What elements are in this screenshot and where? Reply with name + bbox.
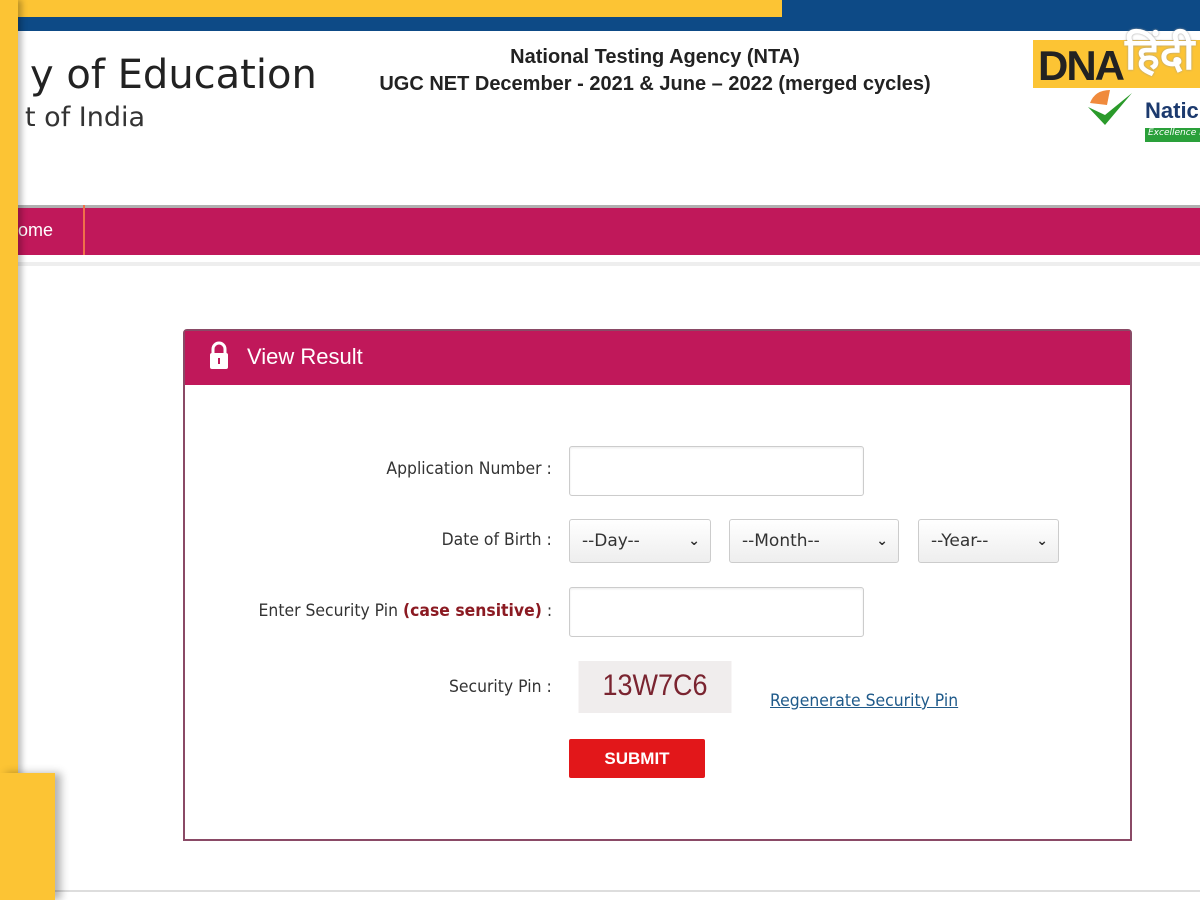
nav-bar	[18, 205, 1200, 255]
application-number-label: Application Number :	[386, 459, 552, 479]
day-select[interactable]: --Day-- ⌄	[569, 519, 711, 563]
security-pin-label: Security Pin :	[449, 677, 552, 697]
view-result-panel: View Result Application Number : Date of…	[183, 329, 1132, 841]
panel-title: View Result	[247, 344, 363, 369]
nta-logo-icon	[1088, 90, 1132, 125]
security-pin-input[interactable]	[569, 587, 864, 637]
regenerate-pin-link[interactable]: Regenerate Security Pin	[770, 691, 958, 711]
agency-name: National Testing Agency (NTA)	[510, 46, 800, 68]
divider	[18, 262, 1200, 266]
application-number-input[interactable]	[569, 446, 864, 496]
year-value: --Year--	[931, 531, 989, 551]
hindi-logo-text: हिंदी	[1125, 29, 1195, 80]
frame-top	[0, 0, 782, 17]
day-value: --Day--	[582, 531, 640, 551]
lock-icon	[210, 341, 228, 369]
captcha-image: 13W7C6	[578, 661, 732, 713]
chevron-down-icon: ⌄	[876, 533, 888, 549]
ministry-subtitle: t of India	[25, 102, 146, 133]
nta-logo-text: Natic	[1145, 98, 1199, 123]
divider	[55, 890, 1200, 892]
frame-left	[0, 0, 18, 900]
dob-label: Date of Birth :	[441, 530, 552, 550]
exam-name: UGC NET December - 2021 & June – 2022 (m…	[379, 73, 931, 95]
panel-header: View Result	[185, 331, 1130, 385]
nav-home[interactable]: ome	[18, 205, 85, 255]
label-text: Enter Security Pin	[258, 601, 398, 621]
chevron-down-icon: ⌄	[1036, 533, 1048, 549]
nta-tagline: Excellence i	[1145, 128, 1200, 142]
label-colon: :	[546, 601, 552, 621]
chevron-down-icon: ⌄	[688, 533, 700, 549]
ministry-title: y of Education	[30, 52, 317, 98]
case-sensitive-note: (case sensitive)	[402, 601, 542, 621]
submit-button[interactable]: SUBMIT	[569, 739, 705, 778]
page-heading: National Testing Agency (NTA) UGC NET De…	[340, 44, 970, 98]
security-pin-input-label: Enter Security Pin (case sensitive) :	[258, 601, 552, 621]
month-select[interactable]: --Month-- ⌄	[729, 519, 899, 563]
top-blue-bar	[18, 17, 1200, 31]
year-select[interactable]: --Year-- ⌄	[918, 519, 1059, 563]
dna-logo-text: DNA	[1038, 42, 1125, 89]
frame-bottom-left	[0, 773, 55, 900]
month-value: --Month--	[742, 531, 820, 551]
